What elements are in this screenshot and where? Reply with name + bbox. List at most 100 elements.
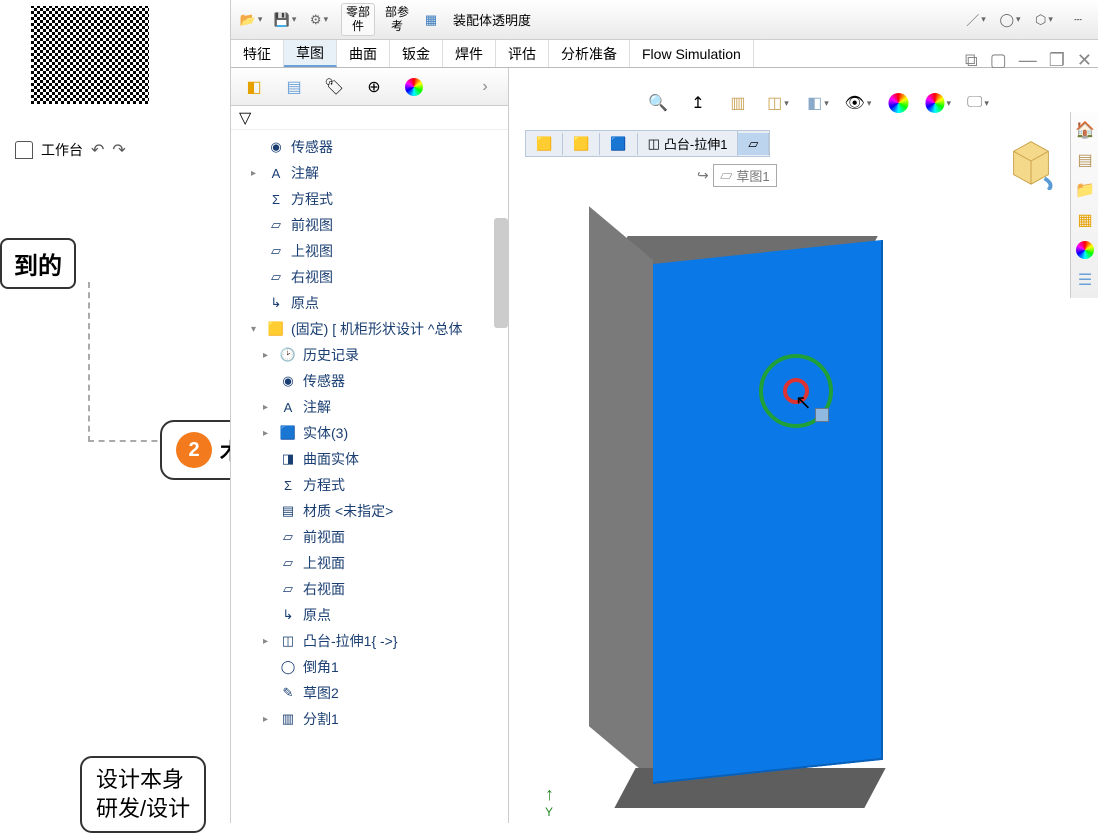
workbench-label[interactable]: 工作台 [41, 140, 83, 160]
tree-item[interactable]: ▸A注解 [231, 160, 508, 186]
ribbon-tab-草图[interactable]: 草图 [284, 40, 337, 67]
graphics-viewport[interactable]: 🔍 ↥ ▥ ◫ ◧ 👁 🖵 🟨 🟨 🟦 ◫ 凸台-拉伸1 ▱ ↪ ▱ 草图1 [509, 68, 1098, 823]
tree-label: 右视面 [303, 579, 345, 599]
tree-item[interactable]: ▤材质 <未指定> [231, 498, 508, 524]
tree-item[interactable]: ◉传感器 [231, 368, 508, 394]
solidworks-window: 📂 💾 ⚙ 零部件 部参考 ▦ 装配体透明度 ／ ◯ ⬡ ┄ 特征草图曲面钣金焊… [230, 0, 1098, 823]
view-cube-icon[interactable]: ◧ [805, 90, 831, 116]
expand-toggle[interactable]: ▸ [263, 402, 273, 413]
settings-icon[interactable]: ⚙ [307, 8, 331, 32]
expand-toggle[interactable]: ▸ [263, 636, 273, 647]
properties-pane-icon[interactable]: ☰ [1073, 268, 1097, 292]
view-palette-icon[interactable]: ▦ [1073, 208, 1097, 232]
reference-button[interactable]: 部参考 [385, 6, 409, 32]
tree-label: 右视图 [291, 267, 333, 287]
tree-label: 材质 <未指定> [303, 501, 393, 521]
feature-tree-tab[interactable]: ◧ [241, 74, 267, 100]
model-left-face[interactable] [589, 206, 653, 780]
home-pane-icon[interactable]: 🏠 [1073, 118, 1097, 142]
y-axis-label: Y [545, 805, 554, 819]
tree-item[interactable]: ▱ 右视面 [231, 576, 508, 602]
bc-body-icon[interactable]: 🟦 [600, 133, 637, 155]
part-button[interactable]: 零部件 [341, 3, 375, 35]
tree-item[interactable]: ◯倒角1 [231, 654, 508, 680]
tree-item[interactable]: ▾🟨(固定) [ 机柜形状设计 ^总体 [231, 316, 508, 342]
zoom-fit-icon[interactable]: 🔍 [645, 90, 671, 116]
y-axis-icon: ↑ [545, 784, 554, 804]
sketch-breadcrumb[interactable]: ↪ ▱ 草图1 [697, 164, 777, 187]
ribbon-tab-钣金[interactable]: 钣金 [390, 40, 443, 67]
tree-plane-icon: ▱ [279, 580, 297, 598]
tree-item[interactable]: ▸🕑历史记录 [231, 342, 508, 368]
model-front-face[interactable] [653, 240, 883, 784]
model-body[interactable] [605, 236, 895, 796]
bc-face-icon[interactable]: ▱ [738, 133, 769, 155]
ribbon-tab-焊件[interactable]: 焊件 [443, 40, 496, 67]
bc-part-icon[interactable]: 🟨 [563, 133, 600, 155]
section-icon[interactable]: ▥ [725, 90, 751, 116]
transparency-label[interactable]: 装配体透明度 [453, 10, 531, 29]
tree-item[interactable]: ▱上视图 [231, 238, 508, 264]
redo-icon[interactable]: ↷ [112, 140, 125, 160]
filter-bar[interactable]: ▽ [231, 106, 508, 130]
expand-icon[interactable]: › [472, 74, 498, 100]
tree-item[interactable]: ▱前视面 [231, 524, 508, 550]
save-icon[interactable]: 💾 [273, 8, 297, 32]
hex-icon[interactable]: ⬡ [1032, 8, 1056, 32]
config-tab[interactable]: 🏷 [321, 74, 347, 100]
tree-Σ-icon: Σ [279, 476, 297, 494]
tree-item[interactable]: Σ方程式 [231, 186, 508, 212]
lbl: 件 [352, 19, 364, 33]
library-icon[interactable]: ▤ [1073, 148, 1097, 172]
circle-icon[interactable]: ◯ [998, 8, 1022, 32]
transparency-icon[interactable]: ▦ [419, 8, 443, 32]
undo-icon[interactable]: ↶ [91, 140, 104, 160]
tree-item[interactable]: ▸▥分割1 [231, 706, 508, 732]
file-explorer-icon[interactable]: 📁 [1073, 178, 1097, 202]
tree-sketch-icon: ✎ [279, 684, 297, 702]
expand-toggle[interactable]: ▸ [263, 350, 273, 361]
expand-toggle[interactable]: ▾ [251, 324, 261, 335]
tree-item[interactable]: ▱上视面 [231, 550, 508, 576]
ribbon-tab-曲面[interactable]: 曲面 [337, 40, 390, 67]
expand-toggle[interactable]: ▸ [251, 168, 261, 179]
property-tab[interactable]: ▤ [281, 74, 307, 100]
expand-toggle[interactable]: ▸ [263, 714, 273, 725]
dash-icon[interactable]: ┄ [1066, 8, 1090, 32]
open-icon[interactable]: 📂 [239, 8, 263, 32]
tree-item[interactable]: ▱右视图 [231, 264, 508, 290]
appearance-tab[interactable] [401, 74, 427, 100]
ribbon-tab-评估[interactable]: 评估 [496, 40, 549, 67]
bc-feature[interactable]: ◫ 凸台-拉伸1 [638, 131, 739, 156]
tree-item[interactable]: Σ方程式 [231, 472, 508, 498]
appearance-pane-icon[interactable] [1073, 238, 1097, 262]
expand-toggle[interactable]: ▸ [263, 428, 273, 439]
tree-item[interactable]: ◨曲面实体 [231, 446, 508, 472]
lbl: 部参 [385, 5, 409, 19]
ribbon-tab-分析准备[interactable]: 分析准备 [549, 40, 630, 67]
render-icon[interactable]: 🖵 [965, 90, 991, 116]
view-cube[interactable] [1002, 132, 1060, 190]
appearance-sphere-icon[interactable] [885, 90, 911, 116]
bc-assembly-icon[interactable]: 🟨 [526, 133, 563, 155]
scrollbar[interactable] [494, 218, 508, 328]
display-style-icon[interactable]: ◫ [765, 90, 791, 116]
tree-plane-icon: ▱ [267, 216, 285, 234]
line-icon[interactable]: ／ [964, 8, 988, 32]
home-icon[interactable] [15, 141, 33, 159]
tree-item[interactable]: ▸A注解 [231, 394, 508, 420]
tree-item[interactable]: ▸🟦实体(3) [231, 420, 508, 446]
ribbon-tab-Flow Simulation[interactable]: Flow Simulation [630, 40, 754, 67]
ribbon-tab-特征[interactable]: 特征 [231, 40, 284, 67]
scene-icon[interactable] [925, 90, 951, 116]
tree-item[interactable]: ▸◫凸台-拉伸1{ ->} [231, 628, 508, 654]
dim-tab[interactable]: ⊕ [361, 74, 387, 100]
hide-show-icon[interactable]: 👁 [845, 90, 871, 116]
lbl: 考 [391, 19, 403, 33]
tree-item[interactable]: ↳原点 [231, 602, 508, 628]
tree-item[interactable]: ▱前视图 [231, 212, 508, 238]
tree-item[interactable]: ↳原点 [231, 290, 508, 316]
tree-item[interactable]: ◉传感器 [231, 134, 508, 160]
orient-icon[interactable]: ↥ [685, 90, 711, 116]
tree-item[interactable]: ✎草图2 [231, 680, 508, 706]
